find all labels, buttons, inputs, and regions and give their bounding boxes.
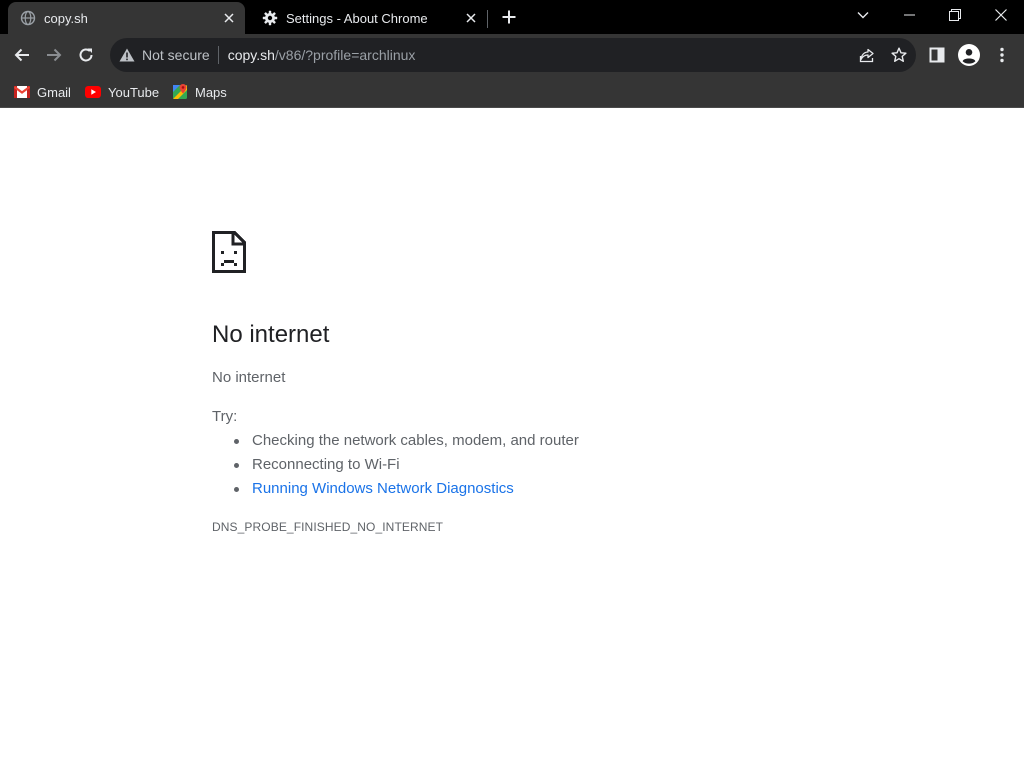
tab-title: copy.sh xyxy=(44,10,88,26)
tab-settings-about-chrome[interactable]: Settings - About Chrome xyxy=(250,2,487,34)
forward-button[interactable] xyxy=(38,39,70,71)
bookmark-label: YouTube xyxy=(108,84,160,100)
sad-page-icon xyxy=(212,231,246,273)
try-label: Try: xyxy=(212,408,238,425)
bookmark-maps[interactable]: Maps xyxy=(172,81,227,103)
error-page: No internet No internet Try: Checking th… xyxy=(0,109,1024,768)
url-text[interactable]: copy.sh/v86/?profile=archlinux xyxy=(228,47,416,63)
network-diagnostics-link[interactable]: Running Windows Network Diagnostics xyxy=(252,480,514,497)
star-icon[interactable] xyxy=(887,43,911,67)
plus-icon xyxy=(502,10,516,24)
url-host: copy.sh xyxy=(227,47,275,63)
tab-copy-sh[interactable]: copy.sh xyxy=(8,2,245,34)
maps-icon xyxy=(172,84,188,100)
omnibox-divider xyxy=(217,46,219,64)
tab-close-icon[interactable] xyxy=(219,8,239,28)
share-icon[interactable] xyxy=(855,43,879,67)
kebab-menu-icon xyxy=(1000,47,1004,63)
minimize-button[interactable] xyxy=(886,0,932,30)
menu-button[interactable] xyxy=(986,39,1018,71)
chevron-down-icon xyxy=(857,12,869,19)
gmail-icon xyxy=(14,84,30,100)
back-button[interactable] xyxy=(6,39,38,71)
reload-button[interactable] xyxy=(70,39,102,71)
side-panel-icon xyxy=(929,47,945,63)
youtube-icon xyxy=(85,84,101,100)
bookmarks-bar: Gmail YouTube Maps xyxy=(0,76,1024,108)
address-bar[interactable]: Not secure copy.sh/v86/?profile=archlinu… xyxy=(110,38,916,72)
gear-icon xyxy=(262,10,278,26)
suggestion-item: Checking the network cables, modem, and … xyxy=(232,429,579,453)
tab-search-button[interactable] xyxy=(840,0,886,30)
tab-strip: copy.sh Settings - About Chrome xyxy=(0,0,1024,34)
bookmark-label: Gmail xyxy=(37,84,71,100)
url-path: /v86/?profile=archlinux xyxy=(274,47,416,63)
tab-title: Settings - About Chrome xyxy=(286,10,428,26)
suggestion-item: Running Windows Network Diagnostics xyxy=(232,477,579,501)
tab-separator xyxy=(487,10,488,28)
side-panel-button[interactable] xyxy=(921,39,953,71)
globe-icon xyxy=(20,10,36,26)
bookmark-label: Maps xyxy=(195,84,227,100)
toolbar: Not secure copy.sh/v86/?profile=archlinu… xyxy=(0,34,1024,76)
error-subheading: No internet xyxy=(212,369,286,386)
minimize-icon xyxy=(903,14,915,16)
bookmark-youtube[interactable]: YouTube xyxy=(85,81,159,103)
close-icon xyxy=(995,9,1007,21)
suggestions-list: Checking the network cables, modem, and … xyxy=(232,429,579,501)
profile-button[interactable] xyxy=(953,39,985,71)
bookmark-gmail[interactable]: Gmail xyxy=(14,81,71,103)
restore-icon xyxy=(949,9,961,21)
close-window-button[interactable] xyxy=(978,0,1024,30)
tab-close-icon[interactable] xyxy=(461,8,481,28)
restore-button[interactable] xyxy=(932,0,978,30)
avatar-icon xyxy=(958,44,980,66)
error-heading: No internet xyxy=(212,321,330,348)
error-code: DNS_PROBE_FINISHED_NO_INTERNET xyxy=(212,520,444,534)
suggestion-item: Reconnecting to Wi-Fi xyxy=(232,453,579,477)
new-tab-button[interactable] xyxy=(497,5,521,29)
reload-icon xyxy=(79,48,93,62)
warning-icon[interactable] xyxy=(118,46,136,64)
arrow-right-icon xyxy=(47,48,62,62)
arrow-left-icon xyxy=(14,48,29,62)
security-label[interactable]: Not secure xyxy=(142,47,210,63)
